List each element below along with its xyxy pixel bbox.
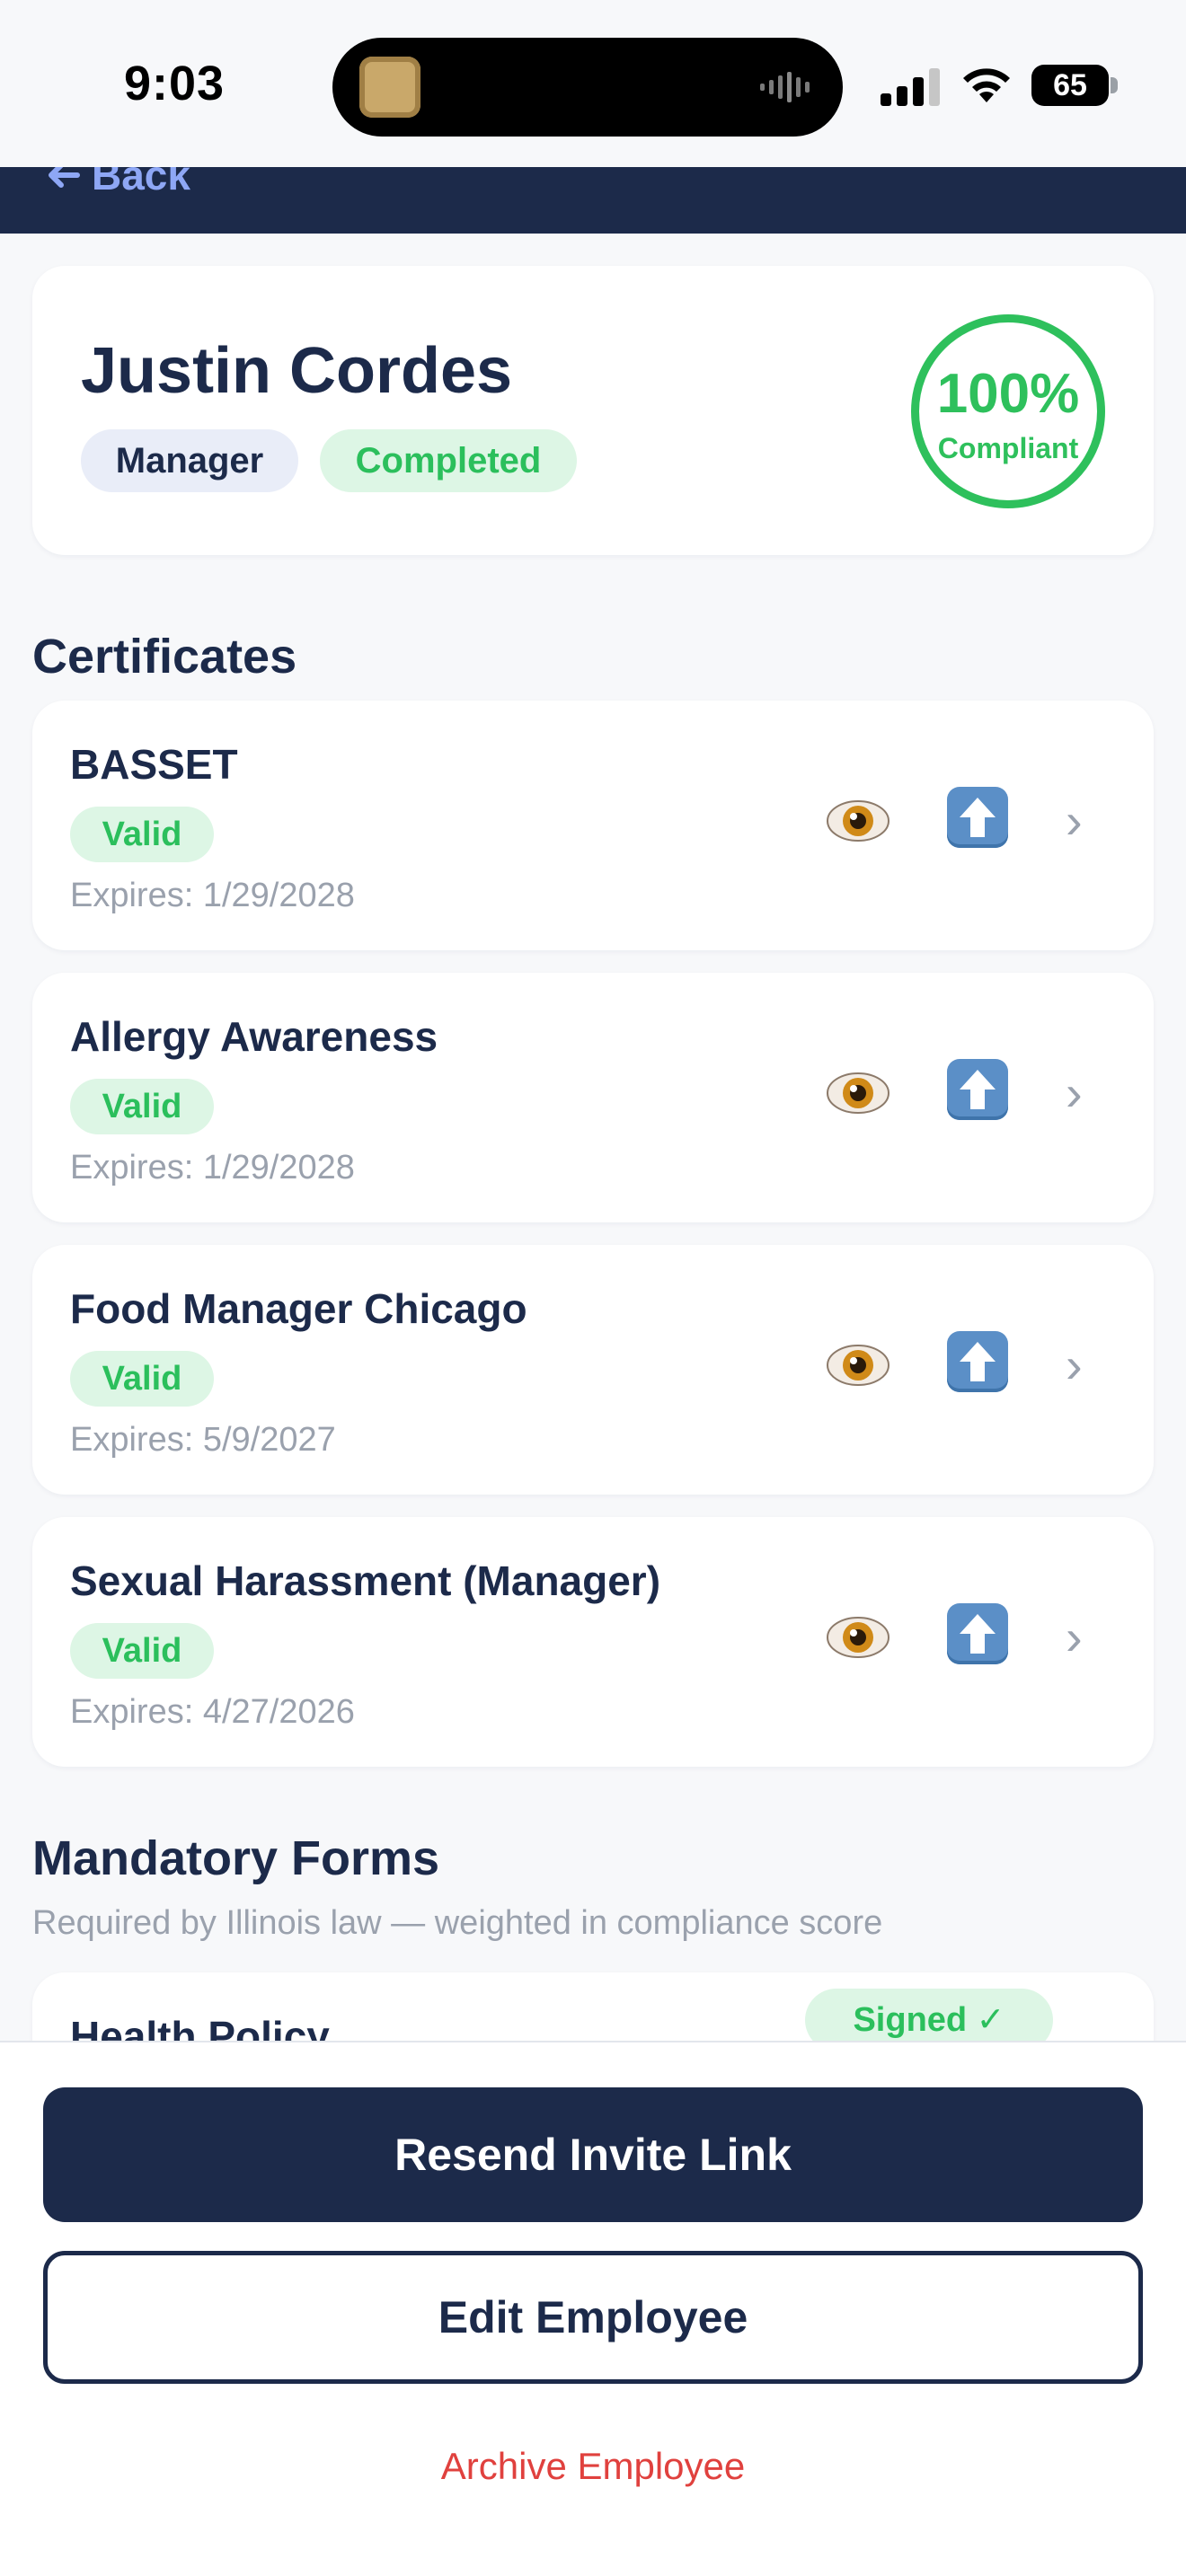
chevron-right-icon[interactable]: ›	[1066, 1338, 1102, 1392]
certificate-status-badge: Valid	[70, 1623, 214, 1679]
view-eye-icon[interactable]	[825, 1610, 891, 1664]
mandatory-forms-subtitle: Required by Illinois law — weighted in c…	[32, 1904, 883, 1942]
role-badge: Manager	[81, 429, 298, 492]
certificate-card[interactable]: Food Manager Chicago Valid Expires: 5/9/…	[32, 1245, 1154, 1495]
certificate-card[interactable]: Allergy Awareness Valid Expires: 1/29/20…	[32, 973, 1154, 1222]
upload-icon[interactable]	[947, 1059, 1008, 1120]
compliance-percent: 100%	[936, 363, 1080, 425]
battery-level: 65	[1053, 68, 1087, 102]
wifi-icon	[963, 68, 1010, 102]
certificate-name: Allergy Awareness	[70, 1013, 438, 1060]
upload-icon[interactable]	[947, 787, 1008, 848]
battery-tip	[1111, 77, 1118, 93]
employee-profile-card: Justin Cordes Manager Completed 100% Com…	[32, 266, 1154, 555]
battery-indicator: 65	[1031, 65, 1118, 106]
certificate-name: BASSET	[70, 741, 238, 788]
chevron-right-icon[interactable]: ›	[1066, 1066, 1102, 1120]
view-eye-icon[interactable]	[825, 794, 891, 848]
certificate-status-badge: Valid	[70, 1351, 214, 1407]
compliance-label: Compliant	[937, 432, 1079, 464]
dynamic-island[interactable]	[332, 38, 843, 137]
employee-name: Justin Cordes	[81, 335, 513, 407]
bottom-action-panel: Resend Invite Link Edit Employee Archive…	[0, 2041, 1186, 2576]
certificate-expiry: Expires: 4/27/2026	[70, 1693, 355, 1731]
edit-employee-button[interactable]: Edit Employee	[43, 2251, 1143, 2384]
certificate-status-badge: Valid	[70, 807, 214, 862]
certificate-expiry: Expires: 5/9/2027	[70, 1421, 336, 1459]
employee-detail-screen: 9:03 65 Back Justin Cordes Manager Compl…	[0, 0, 1186, 2576]
upload-icon[interactable]	[947, 1603, 1008, 1664]
certificate-expiry: Expires: 1/29/2028	[70, 1149, 355, 1187]
chevron-right-icon[interactable]: ›	[1066, 1610, 1102, 1664]
nav-header: Back	[0, 167, 1186, 234]
chevron-right-icon[interactable]: ›	[1066, 794, 1102, 848]
status-time: 9:03	[124, 57, 226, 110]
view-eye-icon[interactable]	[825, 1338, 891, 1392]
onboarding-status-badge: Completed	[320, 429, 577, 492]
audio-waveform-icon	[760, 72, 810, 102]
certificate-name: Food Manager Chicago	[70, 1285, 527, 1332]
upload-icon[interactable]	[947, 1331, 1008, 1392]
mandatory-forms-section-title: Mandatory Forms	[32, 1831, 440, 1885]
certificate-expiry: Expires: 1/29/2028	[70, 877, 355, 914]
view-eye-icon[interactable]	[825, 1066, 891, 1120]
arrow-left-icon	[49, 167, 80, 188]
certificates-section-title: Certificates	[32, 630, 297, 684]
now-playing-artwork	[359, 57, 420, 118]
back-label: Back	[92, 167, 190, 198]
certificate-card[interactable]: BASSET Valid Expires: 1/29/2028 ›	[32, 701, 1154, 950]
cellular-signal-icon	[881, 68, 940, 106]
compliance-score-ring: 100% Compliant	[911, 314, 1105, 508]
certificate-status-badge: Valid	[70, 1079, 214, 1134]
status-bar: 9:03 65	[0, 0, 1186, 167]
resend-invite-button[interactable]: Resend Invite Link	[43, 2087, 1143, 2222]
certificate-name: Sexual Harassment (Manager)	[70, 1557, 661, 1604]
archive-employee-button[interactable]: Archive Employee	[0, 2445, 1186, 2488]
back-button[interactable]: Back	[45, 167, 190, 199]
certificate-card[interactable]: Sexual Harassment (Manager) Valid Expire…	[32, 1517, 1154, 1767]
